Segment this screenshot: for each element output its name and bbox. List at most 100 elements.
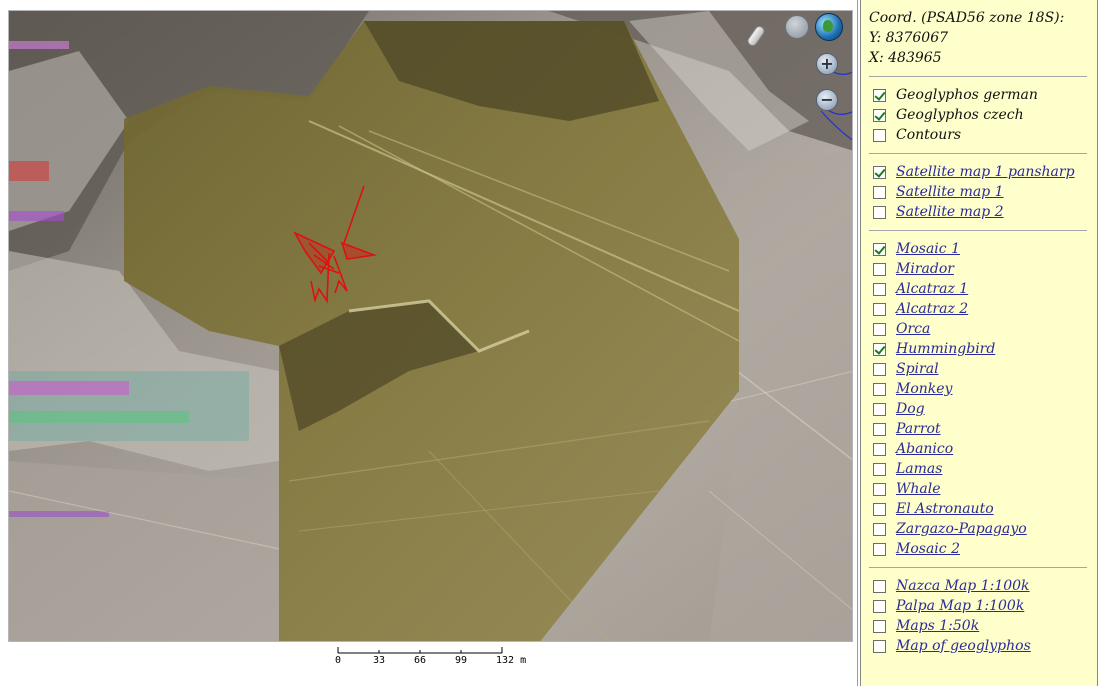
checkbox-icon[interactable] (873, 619, 886, 633)
layer-group-separator (869, 76, 1087, 77)
checkbox-icon[interactable] (873, 402, 886, 416)
checkbox-icon[interactable] (873, 108, 886, 122)
layer-link[interactable]: Maps 1:50k (896, 616, 979, 636)
scale-tick-label: 132 m (496, 655, 527, 666)
layer-group-separator (869, 230, 1087, 231)
checkbox-icon[interactable] (873, 88, 886, 102)
layer-item[interactable]: Satellite map 1 (869, 182, 1097, 202)
layer-item[interactable]: Whale (869, 479, 1097, 499)
checkbox-icon[interactable] (873, 482, 886, 496)
checkbox-icon[interactable] (873, 599, 886, 613)
layer-link[interactable]: Mirador (896, 259, 954, 279)
layer-item[interactable]: Geoglyphos german (869, 85, 1097, 105)
layer-item[interactable]: Mosaic 1 (869, 239, 1097, 259)
layer-link[interactable]: Lamas (896, 459, 942, 479)
scale-bar: 0 33 66 99 132 m (330, 643, 530, 673)
layer-item[interactable]: Spiral (869, 359, 1097, 379)
checkbox-icon[interactable] (873, 579, 886, 593)
scale-tick-label: 0 (335, 655, 342, 666)
layer-item[interactable]: El Astronauto (869, 499, 1097, 519)
map-pane: + − 0 33 66 99 132 m (0, 0, 858, 686)
layer-link[interactable]: Spiral (896, 359, 939, 379)
layer-panel: Coord. (PSAD56 zone 18S): Y: 8376067 X: … (860, 0, 1098, 686)
layer-item[interactable]: Mirador (869, 259, 1097, 279)
layer-link[interactable]: Whale (896, 479, 941, 499)
scale-tick-label: 99 (455, 655, 468, 666)
coord-x-value: X: 483965 (869, 50, 942, 66)
layer-item[interactable]: Monkey (869, 379, 1097, 399)
layer-link[interactable]: Orca (896, 319, 930, 339)
layer-link[interactable]: Palpa Map 1:100k (896, 596, 1024, 616)
layer-item[interactable]: Zargazo-Papagayo (869, 519, 1097, 539)
layer-link[interactable]: Satellite map 1 pansharp (896, 162, 1075, 182)
layer-link[interactable]: Parrot (896, 419, 941, 439)
globe-icon[interactable] (815, 13, 843, 41)
checkbox-icon[interactable] (873, 639, 886, 653)
layer-groups: Geoglyphos german Geoglyphos czech Contour… (869, 76, 1097, 656)
layer-item[interactable]: Orca (869, 319, 1097, 339)
layer-link[interactable]: Alcatraz 1 (896, 279, 968, 299)
layer-item[interactable]: Parrot (869, 419, 1097, 439)
layer-link[interactable]: Mosaic 2 (896, 539, 960, 559)
layer-item[interactable]: Alcatraz 2 (869, 299, 1097, 319)
layer-item[interactable]: Satellite map 1 pansharp (869, 162, 1097, 182)
layer-item[interactable]: Satellite map 2 (869, 202, 1097, 222)
zoom-in-icon[interactable]: + (816, 53, 838, 75)
checkbox-icon[interactable] (873, 185, 886, 199)
layer-group-separator (869, 567, 1087, 568)
layer-item[interactable]: Mosaic 2 (869, 539, 1097, 559)
layer-group-satellite: Satellite map 1 pansharp Satellite map 1S… (869, 162, 1097, 222)
checkbox-icon[interactable] (873, 462, 886, 476)
layer-item[interactable]: Abanico (869, 439, 1097, 459)
checkbox-icon[interactable] (873, 542, 886, 556)
layer-group-maps: Nazca Map 1:100k Palpa Map 1:100k Maps 1:5… (869, 576, 1097, 656)
layer-link[interactable]: Satellite map 2 (896, 202, 1004, 222)
layer-item[interactable]: Alcatraz 1 (869, 279, 1097, 299)
layer-link[interactable]: Map of geoglyphos (896, 636, 1031, 656)
checkbox-icon[interactable] (873, 282, 886, 296)
layer-item[interactable]: Hummingbird (869, 339, 1097, 359)
layer-item[interactable]: Palpa Map 1:100k (869, 596, 1097, 616)
zoom-out-icon[interactable]: − (816, 89, 838, 111)
checkbox-icon[interactable] (873, 422, 886, 436)
layer-item[interactable]: Maps 1:50k (869, 616, 1097, 636)
checkbox-icon[interactable] (873, 442, 886, 456)
layer-item[interactable]: Dog (869, 399, 1097, 419)
layer-link[interactable]: Alcatraz 2 (896, 299, 968, 319)
coord-y-value: Y: 8376067 (869, 30, 949, 46)
layer-link[interactable]: Mosaic 1 (896, 239, 960, 259)
pan-icon[interactable] (785, 15, 809, 39)
layer-label: Contours (896, 127, 962, 143)
layer-item[interactable]: Map of geoglyphos (869, 636, 1097, 656)
layer-link[interactable]: Dog (896, 399, 925, 419)
checkbox-icon[interactable] (873, 342, 886, 356)
layer-label: Geoglyphos czech (896, 107, 1024, 123)
layer-group-separator (869, 153, 1087, 154)
checkbox-icon[interactable] (873, 242, 886, 256)
checkbox-icon[interactable] (873, 502, 886, 516)
layer-link[interactable]: Hummingbird (896, 339, 995, 359)
coord-system-label: Coord. (PSAD56 zone 18S): (869, 10, 1065, 26)
checkbox-icon[interactable] (873, 522, 886, 536)
layer-link[interactable]: Nazca Map 1:100k (896, 576, 1030, 596)
layer-link[interactable]: El Astronauto (896, 499, 994, 519)
checkbox-icon[interactable] (873, 382, 886, 396)
checkbox-icon[interactable] (873, 302, 886, 316)
layer-link[interactable]: Monkey (896, 379, 952, 399)
checkbox-icon[interactable] (873, 165, 886, 179)
layer-item[interactable]: Nazca Map 1:100k (869, 576, 1097, 596)
layer-link[interactable]: Abanico (896, 439, 953, 459)
checkbox-icon[interactable] (873, 362, 886, 376)
satellite-imagery[interactable] (9, 11, 853, 642)
checkbox-icon[interactable] (873, 262, 886, 276)
checkbox-icon[interactable] (873, 205, 886, 219)
layer-link[interactable]: Satellite map 1 (896, 182, 1004, 202)
layer-item[interactable]: Contours (869, 125, 1097, 145)
map-viewport[interactable]: + − (8, 10, 853, 642)
layer-item[interactable]: Geoglyphos czech (869, 105, 1097, 125)
checkbox-icon[interactable] (873, 128, 886, 142)
checkbox-icon[interactable] (873, 322, 886, 336)
layer-item[interactable]: Lamas (869, 459, 1097, 479)
layer-link[interactable]: Zargazo-Papagayo (896, 519, 1027, 539)
layer-group-geoglyphs: Geoglyphos german Geoglyphos czech Contour… (869, 85, 1097, 145)
